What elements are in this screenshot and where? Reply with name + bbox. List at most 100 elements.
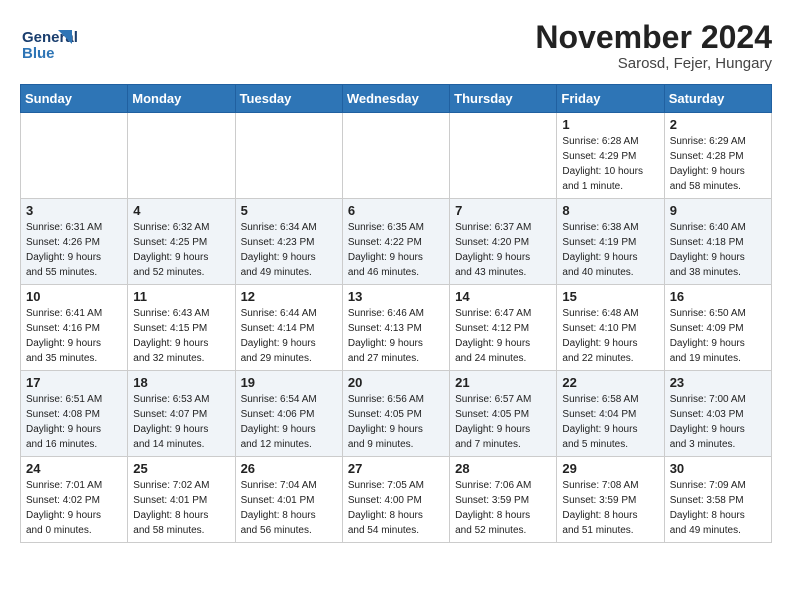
day-number: 15 [562, 289, 658, 304]
logo: General Blue [20, 20, 80, 68]
day-info: Sunrise: 7:09 AM Sunset: 3:58 PM Dayligh… [670, 478, 766, 538]
table-row [342, 113, 449, 199]
day-number: 28 [455, 461, 551, 476]
table-row: 24 Sunrise: 7:01 AM Sunset: 4:02 PM Dayli… [21, 457, 128, 543]
day-number: 20 [348, 375, 444, 390]
table-row: 10 Sunrise: 6:41 AM Sunset: 4:16 PM Dayli… [21, 285, 128, 371]
table-row [21, 113, 128, 199]
table-row: 11Sunrise: 6:43 AM Sunset: 4:15 PM Dayli… [128, 285, 235, 371]
day-info: Sunrise: 6:35 AM Sunset: 4:22 PM Dayligh… [348, 220, 444, 280]
day-info: Sunrise: 6:37 AM Sunset: 4:20 PM Dayligh… [455, 220, 551, 280]
table-row: 13 Sunrise: 6:46 AM Sunset: 4:13 PM Dayli… [342, 285, 449, 371]
day-number: 8 [562, 203, 658, 218]
day-number: 9 [670, 203, 766, 218]
calendar-week-row: 1 Sunrise: 6:28 AM Sunset: 4:29 PM Daylig… [21, 113, 772, 199]
table-row: 2Sunrise: 6:29 AM Sunset: 4:28 PM Daylig… [664, 113, 771, 199]
day-info: Sunrise: 7:02 AM Sunset: 4:01 PM Dayligh… [133, 478, 229, 538]
day-number: 26 [241, 461, 337, 476]
table-row: 1 Sunrise: 6:28 AM Sunset: 4:29 PM Daylig… [557, 113, 664, 199]
day-number: 7 [455, 203, 551, 218]
day-number: 12 [241, 289, 337, 304]
day-info: Sunrise: 6:56 AM Sunset: 4:05 PM Dayligh… [348, 392, 444, 452]
table-row: 7 Sunrise: 6:37 AM Sunset: 4:20 PM Daylig… [450, 199, 557, 285]
day-info: Sunrise: 6:44 AM Sunset: 4:14 PM Dayligh… [241, 306, 337, 366]
day-info: Sunrise: 7:06 AM Sunset: 3:59 PM Dayligh… [455, 478, 551, 538]
day-info: Sunrise: 6:53 AM Sunset: 4:07 PM Dayligh… [133, 392, 229, 452]
day-number: 19 [241, 375, 337, 390]
table-row: 26 Sunrise: 7:04 AM Sunset: 4:01 PM Dayli… [235, 457, 342, 543]
col-tuesday: Tuesday [235, 85, 342, 113]
day-number: 14 [455, 289, 551, 304]
table-row: 5Sunrise: 6:34 AM Sunset: 4:23 PM Daylig… [235, 199, 342, 285]
day-number: 10 [26, 289, 122, 304]
day-info: Sunrise: 6:47 AM Sunset: 4:12 PM Dayligh… [455, 306, 551, 366]
day-info: Sunrise: 7:00 AM Sunset: 4:03 PM Dayligh… [670, 392, 766, 452]
calendar-week-row: 17 Sunrise: 6:51 AM Sunset: 4:08 PM Dayli… [21, 371, 772, 457]
col-friday: Friday [557, 85, 664, 113]
day-number: 30 [670, 461, 766, 476]
table-row: 14 Sunrise: 6:47 AM Sunset: 4:12 PM Dayli… [450, 285, 557, 371]
table-row: 8 Sunrise: 6:38 AM Sunset: 4:19 PM Daylig… [557, 199, 664, 285]
table-row: 16 Sunrise: 6:50 AM Sunset: 4:09 PM Dayli… [664, 285, 771, 371]
day-number: 29 [562, 461, 658, 476]
table-row: 28 Sunrise: 7:06 AM Sunset: 3:59 PM Dayli… [450, 457, 557, 543]
table-row: 19 Sunrise: 6:54 AM Sunset: 4:06 PM Dayli… [235, 371, 342, 457]
day-info: Sunrise: 7:04 AM Sunset: 4:01 PM Dayligh… [241, 478, 337, 538]
day-info: Sunrise: 7:05 AM Sunset: 4:00 PM Dayligh… [348, 478, 444, 538]
day-info: Sunrise: 6:50 AM Sunset: 4:09 PM Dayligh… [670, 306, 766, 366]
table-row: 25Sunrise: 7:02 AM Sunset: 4:01 PM Dayli… [128, 457, 235, 543]
day-number: 1 [562, 117, 658, 132]
day-number: 27 [348, 461, 444, 476]
day-number: 18 [133, 375, 229, 390]
col-wednesday: Wednesday [342, 85, 449, 113]
table-row: 23 Sunrise: 7:00 AM Sunset: 4:03 PM Dayli… [664, 371, 771, 457]
col-sunday: Sunday [21, 85, 128, 113]
col-monday: Monday [128, 85, 235, 113]
day-number: 24 [26, 461, 122, 476]
svg-text:Blue: Blue [22, 45, 55, 62]
day-info: Sunrise: 7:01 AM Sunset: 4:02 PM Dayligh… [26, 478, 122, 538]
calendar-week-row: 10 Sunrise: 6:41 AM Sunset: 4:16 PM Dayli… [21, 285, 772, 371]
table-row: 15 Sunrise: 6:48 AM Sunset: 4:10 PM Dayli… [557, 285, 664, 371]
day-info: Sunrise: 6:48 AM Sunset: 4:10 PM Dayligh… [562, 306, 658, 366]
day-info: Sunrise: 6:41 AM Sunset: 4:16 PM Dayligh… [26, 306, 122, 366]
day-number: 13 [348, 289, 444, 304]
day-number: 16 [670, 289, 766, 304]
table-row [235, 113, 342, 199]
day-info: Sunrise: 6:40 AM Sunset: 4:18 PM Dayligh… [670, 220, 766, 280]
day-info: Sunrise: 6:38 AM Sunset: 4:19 PM Dayligh… [562, 220, 658, 280]
day-info: Sunrise: 6:54 AM Sunset: 4:06 PM Dayligh… [241, 392, 337, 452]
col-saturday: Saturday [664, 85, 771, 113]
day-info: Sunrise: 7:08 AM Sunset: 3:59 PM Dayligh… [562, 478, 658, 538]
calendar-week-row: 24 Sunrise: 7:01 AM Sunset: 4:02 PM Dayli… [21, 457, 772, 543]
day-info: Sunrise: 6:57 AM Sunset: 4:05 PM Dayligh… [455, 392, 551, 452]
day-info: Sunrise: 6:43 AM Sunset: 4:15 PM Dayligh… [133, 306, 229, 366]
table-row: 27 Sunrise: 7:05 AM Sunset: 4:00 PM Dayli… [342, 457, 449, 543]
table-row: 3Sunrise: 6:31 AM Sunset: 4:26 PM Daylig… [21, 199, 128, 285]
day-number: 5 [241, 203, 337, 218]
table-row: 4Sunrise: 6:32 AM Sunset: 4:25 PM Daylig… [128, 199, 235, 285]
table-row: 12 Sunrise: 6:44 AM Sunset: 4:14 PM Dayli… [235, 285, 342, 371]
day-info: Sunrise: 6:28 AM Sunset: 4:29 PM Dayligh… [562, 134, 658, 194]
day-info: Sunrise: 6:46 AM Sunset: 4:13 PM Dayligh… [348, 306, 444, 366]
day-number: 22 [562, 375, 658, 390]
day-number: 17 [26, 375, 122, 390]
table-row [450, 113, 557, 199]
table-row: 21Sunrise: 6:57 AM Sunset: 4:05 PM Dayli… [450, 371, 557, 457]
logo-icon: General Blue [20, 20, 80, 68]
title-block: November 2024 Sarosd, Fejer, Hungary [535, 20, 772, 72]
day-number: 23 [670, 375, 766, 390]
table-row: 9 Sunrise: 6:40 AM Sunset: 4:18 PM Daylig… [664, 199, 771, 285]
day-number: 2 [670, 117, 766, 132]
day-number: 6 [348, 203, 444, 218]
table-row: 30 Sunrise: 7:09 AM Sunset: 3:58 PM Dayli… [664, 457, 771, 543]
day-info: Sunrise: 6:32 AM Sunset: 4:25 PM Dayligh… [133, 220, 229, 280]
table-row: 29 Sunrise: 7:08 AM Sunset: 3:59 PM Dayli… [557, 457, 664, 543]
header: General Blue November 2024 Sarosd, Fejer… [20, 20, 772, 72]
table-row: 22 Sunrise: 6:58 AM Sunset: 4:04 PM Dayli… [557, 371, 664, 457]
day-info: Sunrise: 6:51 AM Sunset: 4:08 PM Dayligh… [26, 392, 122, 452]
table-row: 18 Sunrise: 6:53 AM Sunset: 4:07 PM Dayli… [128, 371, 235, 457]
table-row: 20 Sunrise: 6:56 AM Sunset: 4:05 PM Dayli… [342, 371, 449, 457]
table-row [128, 113, 235, 199]
day-info: Sunrise: 6:58 AM Sunset: 4:04 PM Dayligh… [562, 392, 658, 452]
